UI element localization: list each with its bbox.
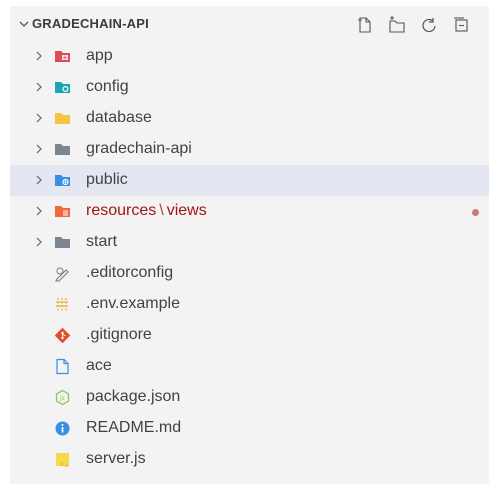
public-folder-icon bbox=[54, 172, 71, 189]
item-label: database bbox=[86, 109, 152, 126]
item-label: ace bbox=[86, 357, 112, 374]
explorer-actions bbox=[354, 14, 472, 36]
folder-icon bbox=[54, 141, 71, 158]
explorer-panel: GRADECHAIN-API app config database gradecha… bbox=[10, 6, 489, 484]
database-folder-icon bbox=[54, 110, 71, 127]
item-label: gradechain-api bbox=[86, 140, 192, 157]
explorer-header[interactable]: GRADECHAIN-API bbox=[10, 6, 489, 42]
js-file-icon bbox=[54, 451, 71, 468]
editorconfig-icon bbox=[54, 265, 71, 282]
folder-item[interactable]: database bbox=[10, 103, 489, 134]
chevron-right-icon[interactable] bbox=[32, 111, 46, 125]
item-label: resources \ views bbox=[86, 202, 207, 219]
folder-item[interactable]: resources \ views bbox=[10, 196, 489, 227]
config-folder-icon bbox=[54, 79, 71, 96]
item-label: .gitignore bbox=[86, 326, 152, 343]
resources-folder-icon bbox=[54, 203, 71, 220]
file-item[interactable]: .editorconfig bbox=[10, 258, 489, 289]
item-label: start bbox=[86, 233, 118, 250]
collapse-all-icon[interactable] bbox=[450, 14, 472, 36]
file-icon bbox=[54, 358, 71, 375]
item-label: app bbox=[86, 47, 113, 64]
item-label: server.js bbox=[86, 450, 146, 467]
chevron-right-icon[interactable] bbox=[32, 235, 46, 249]
folder-item[interactable]: start bbox=[10, 227, 489, 258]
info-icon bbox=[54, 420, 71, 437]
folder-item[interactable]: public bbox=[10, 165, 489, 196]
file-item[interactable]: ace bbox=[10, 351, 489, 382]
item-label: package.json bbox=[86, 388, 181, 405]
item-label: public bbox=[86, 171, 128, 188]
modified-dot bbox=[472, 209, 479, 216]
new-file-icon[interactable] bbox=[354, 14, 376, 36]
item-label: .editorconfig bbox=[86, 264, 174, 281]
git-icon bbox=[54, 327, 71, 344]
chevron-right-icon[interactable] bbox=[32, 204, 46, 218]
chevron-right-icon[interactable] bbox=[32, 173, 46, 187]
chevron-right-icon[interactable] bbox=[32, 80, 46, 94]
file-item[interactable]: .env.example bbox=[10, 289, 489, 320]
folder-item[interactable]: app bbox=[10, 41, 489, 72]
item-label: config bbox=[86, 78, 129, 95]
folder-item[interactable]: gradechain-api bbox=[10, 134, 489, 165]
item-label: .env.example bbox=[86, 295, 180, 312]
file-item[interactable]: .gitignore bbox=[10, 320, 489, 351]
chevron-right-icon[interactable] bbox=[32, 49, 46, 63]
file-item[interactable]: README.md bbox=[10, 413, 489, 444]
file-item[interactable]: js package.json bbox=[10, 382, 489, 413]
env-file-icon bbox=[54, 296, 71, 313]
app-folder-icon bbox=[54, 48, 71, 65]
nodejs-icon: js bbox=[54, 389, 71, 406]
chevron-right-icon[interactable] bbox=[32, 142, 46, 156]
new-folder-icon[interactable] bbox=[386, 14, 408, 36]
explorer-title: GRADECHAIN-API bbox=[32, 16, 149, 31]
folder-item[interactable]: config bbox=[10, 72, 489, 103]
file-item[interactable]: server.js bbox=[10, 444, 489, 475]
chevron-down-icon[interactable] bbox=[16, 16, 32, 32]
svg-text:js: js bbox=[59, 395, 65, 402]
item-label: README.md bbox=[86, 419, 182, 436]
folder-icon bbox=[54, 234, 71, 251]
refresh-icon[interactable] bbox=[418, 14, 440, 36]
